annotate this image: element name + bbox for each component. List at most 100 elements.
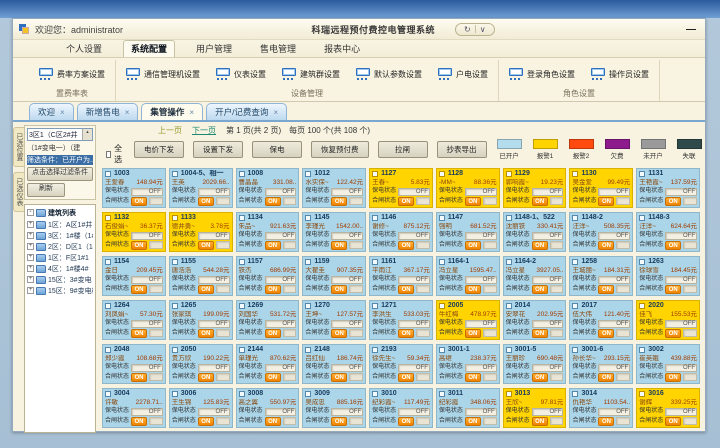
meter-card[interactable]: 1271李洪生533.03元保电状态OFF合闸状态ON <box>369 300 433 340</box>
menu-tab-4[interactable]: 售电管理 <box>253 41 303 57</box>
doc-tab-1[interactable]: 欢迎× <box>29 103 74 120</box>
meter-card[interactable]: 1270王坤~127.57元保电状态OFF合闸状态ON <box>302 300 366 340</box>
meter-card-checkbox[interactable] <box>305 215 311 221</box>
meter-card-checkbox[interactable] <box>506 215 512 221</box>
switch-on-badge[interactable]: ON <box>265 241 281 250</box>
meter-card[interactable]: 2148吕红仙186.74元保电状态OFF合闸状态ON <box>302 344 366 384</box>
meter-card-checkbox[interactable] <box>639 391 645 397</box>
switch-on-badge[interactable]: ON <box>265 197 281 206</box>
doc-tab-3[interactable]: 集管操作× <box>141 103 203 120</box>
ribbon-button-2-5[interactable]: 户电设置 <box>436 66 490 82</box>
protect-status-value[interactable]: OFF <box>131 232 163 240</box>
choose-filter-button[interactable]: 点击选择过滤条件 <box>27 167 93 181</box>
meter-card[interactable]: 3016谢辉339.25元保电状态OFF合闸状态ON <box>636 388 700 428</box>
tree-expand-icon[interactable]: + <box>27 254 34 261</box>
protect-status-value[interactable]: OFF <box>465 188 497 196</box>
switch-on-badge[interactable]: ON <box>398 329 414 338</box>
switch-on-badge[interactable]: ON <box>665 241 681 250</box>
meter-card-checkbox[interactable] <box>439 259 445 265</box>
switch-on-badge[interactable]: ON <box>465 373 481 382</box>
protect-status-value[interactable]: OFF <box>598 408 630 416</box>
switch-on-badge[interactable]: ON <box>665 285 681 294</box>
protect-status-value[interactable]: OFF <box>198 276 230 284</box>
tab-close-icon[interactable]: × <box>189 108 194 117</box>
meter-card[interactable]: 1004-5、相一王英2029.66..保电状态OFF合闸状态ON <box>169 168 233 208</box>
meter-card[interactable]: 3001-5王丽珍690.48元保电状态OFF合闸状态ON <box>503 344 567 384</box>
switch-on-badge[interactable]: ON <box>598 197 614 206</box>
restore-icon[interactable]: ↻ <box>464 25 471 34</box>
switch-on-badge[interactable]: ON <box>331 329 347 338</box>
switch-on-badge[interactable]: ON <box>465 241 481 250</box>
protect-status-value[interactable]: OFF <box>398 408 430 416</box>
protect-status-value[interactable]: OFF <box>665 276 697 284</box>
switch-on-badge[interactable]: ON <box>265 373 281 382</box>
meter-card[interactable]: 3013王欣~97.81元保电状态OFF合闸状态ON <box>503 388 567 428</box>
protect-status-value[interactable]: OFF <box>131 320 163 328</box>
menu-tab-5[interactable]: 报表中心 <box>317 41 367 57</box>
ribbon-button-1-1[interactable]: 费率方案设置 <box>37 66 107 82</box>
tree-item[interactable]: +15区：9#变电楼（2# <box>27 285 93 296</box>
switch-on-badge[interactable]: ON <box>665 197 681 206</box>
sidebar-vertical-tab-1[interactable]: 已选位置 <box>13 127 24 167</box>
protect-status-value[interactable]: OFF <box>532 276 564 284</box>
protect-status-value[interactable]: OFF <box>465 276 497 284</box>
meter-card-checkbox[interactable] <box>372 171 378 177</box>
switch-on-badge[interactable]: ON <box>198 417 214 426</box>
meter-card[interactable]: 2005牛红梅478.97元保电状态OFF合闸状态ON <box>436 300 500 340</box>
switch-on-badge[interactable]: ON <box>198 373 214 382</box>
action-button-5[interactable]: 拉闸 <box>378 141 428 158</box>
meter-card[interactable]: 2048郑少霞108.68元保电状态OFF合闸状态ON <box>102 344 166 384</box>
select-all[interactable]: 全选 <box>106 143 124 165</box>
switch-on-badge[interactable]: ON <box>198 241 214 250</box>
protect-status-value[interactable]: OFF <box>598 320 630 328</box>
switch-on-badge[interactable]: ON <box>265 285 281 294</box>
tree-item[interactable]: +15区：3#变电（3#变 <box>27 274 93 285</box>
meter-card-checkbox[interactable] <box>172 171 178 177</box>
tree-item[interactable]: +1区：F区1#1（1区 <box>27 252 93 263</box>
meter-card[interactable]: 1147强明681.52元保电状态OFF合闸状态ON <box>436 212 500 252</box>
switch-on-badge[interactable]: ON <box>265 329 281 338</box>
menu-tab-1[interactable]: 个人设置 <box>59 41 109 57</box>
switch-on-badge[interactable]: ON <box>465 329 481 338</box>
protect-status-value[interactable]: OFF <box>265 276 297 284</box>
switch-on-badge[interactable]: ON <box>331 373 347 382</box>
meter-card-checkbox[interactable] <box>572 303 578 309</box>
switch-on-badge[interactable]: ON <box>131 329 147 338</box>
meter-card[interactable]: 2017伍大伟121.40元保电状态OFF合闸状态ON <box>569 300 633 340</box>
meter-card[interactable]: 2193徐先生~59.34元保电状态OFF合闸状态ON <box>369 344 433 384</box>
meter-card-checkbox[interactable] <box>439 303 445 309</box>
meter-card[interactable]: 1148-2汪洋~508.35元保电状态OFF合闸状态ON <box>569 212 633 252</box>
meter-card[interactable]: 1012水实保~122.42元保电状态OFF合闸状态ON <box>302 168 366 208</box>
meter-card[interactable]: 3011纪彩霞348.06元保电状态OFF合闸状态ON <box>436 388 500 428</box>
meter-card-checkbox[interactable] <box>639 215 645 221</box>
meter-card-checkbox[interactable] <box>105 171 111 177</box>
meter-card[interactable]: 3009吴成忠885.16元保电状态OFF合闸状态ON <box>302 388 366 428</box>
meter-card-checkbox[interactable] <box>506 391 512 397</box>
meter-card[interactable]: 3001-6孙长华~293.15元保电状态OFF合闸状态ON <box>569 344 633 384</box>
switch-on-badge[interactable]: ON <box>532 197 548 206</box>
switch-on-badge[interactable]: ON <box>532 285 548 294</box>
meter-card[interactable]: 1131王艳霞~137.59元保电状态OFF合闸状态ON <box>636 168 700 208</box>
meter-card[interactable]: 1164-1冯立星1595.47..保电状态OFF合闸状态ON <box>436 256 500 296</box>
meter-card-checkbox[interactable] <box>172 391 178 397</box>
meter-card-checkbox[interactable] <box>239 347 245 353</box>
protect-status-value[interactable]: OFF <box>331 364 363 372</box>
menu-tab-3[interactable]: 用户管理 <box>189 41 239 57</box>
meter-card[interactable]: 1132石俊娟~36.37元保电状态OFF合闸状态ON <box>102 212 166 252</box>
tree-item[interactable]: +4区：1#楼4#（4#楼 <box>27 263 93 274</box>
protect-status-value[interactable]: OFF <box>398 232 430 240</box>
protect-status-value[interactable]: OFF <box>532 320 564 328</box>
switch-on-badge[interactable]: ON <box>665 373 681 382</box>
meter-card[interactable]: 1129郭响霞~19.23元保电状态OFF合闸状态ON <box>503 168 567 208</box>
meter-card[interactable]: 1157铁杰686.99元保电状态OFF合闸状态ON <box>236 256 300 296</box>
meter-card[interactable]: 3014仇艳华1103.54..保电状态OFF合闸状态ON <box>569 388 633 428</box>
meter-card-checkbox[interactable] <box>506 171 512 177</box>
meter-card[interactable]: 1155唐浩浩544.28元保电状态OFF合闸状态ON <box>169 256 233 296</box>
meter-card-checkbox[interactable] <box>372 391 378 397</box>
protect-status-value[interactable]: OFF <box>598 276 630 284</box>
prev-page-link[interactable]: 上一页 <box>158 125 182 136</box>
sidebar-vertical-tab-2[interactable]: 已选仪表 <box>13 172 24 212</box>
meter-card-checkbox[interactable] <box>172 259 178 265</box>
protect-status-value[interactable]: OFF <box>198 408 230 416</box>
chevron-down-icon[interactable]: ∨ <box>480 25 486 34</box>
